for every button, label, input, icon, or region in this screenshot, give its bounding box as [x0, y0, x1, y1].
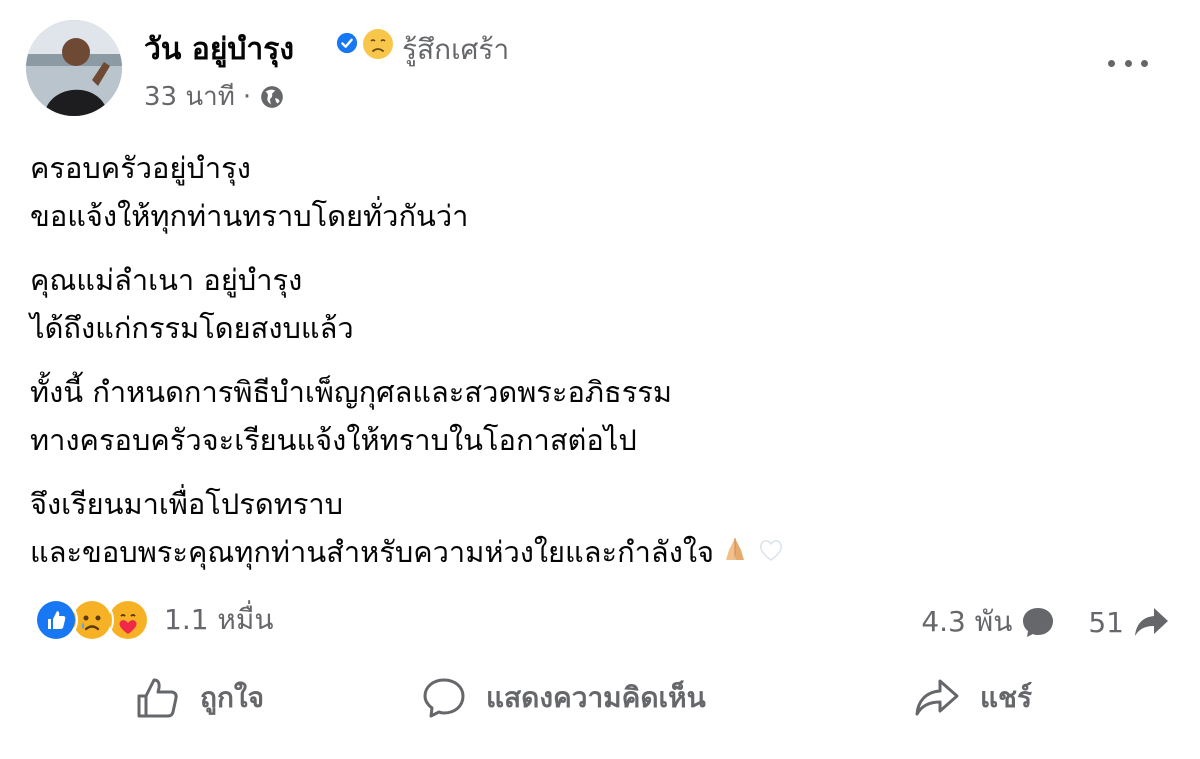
- verified-badge-icon: [336, 32, 358, 54]
- post-line: ทางครอบครัวจะเรียนแจ้งให้ทราบในโอกาสต่อไ…: [30, 423, 637, 457]
- comment-icon: [423, 678, 465, 718]
- share-button[interactable]: แชร์: [912, 664, 1032, 732]
- white-heart-icon: [756, 530, 786, 578]
- action-bar: ถูกใจ แสดงความคิดเห็น แชร์: [0, 664, 1200, 732]
- post-line: ได้ถึงแก่กรรมโดยสงบแล้ว: [30, 311, 354, 345]
- comment-bubble-icon: [1023, 608, 1054, 637]
- post-body: ครอบครัวอยู่บำรุง ขอแจ้งให้ทุกท่านทราบโด…: [30, 144, 1170, 594]
- like-label: ถูกใจ: [200, 681, 264, 714]
- post-paragraph: ครอบครัวอยู่บำรุง ขอแจ้งให้ทุกท่านทราบโด…: [30, 144, 1170, 240]
- comment-label: แสดงความคิดเห็น: [486, 681, 706, 714]
- meta-separator: ·: [242, 81, 252, 112]
- sad-face-icon: [363, 29, 393, 59]
- post-paragraph: ทั้งนี้ กำหนดการพิธีบำเพ็ญกุศลและสวดพระอ…: [30, 368, 1170, 464]
- post-line: จึงเรียนมาเพื่อโปรดทราบ: [30, 487, 344, 521]
- more-dot: [1108, 59, 1115, 67]
- comment-button[interactable]: แสดงความคิดเห็น: [420, 664, 706, 732]
- comments-count: 4.3 พัน: [921, 605, 1013, 638]
- author-avatar[interactable]: [26, 20, 122, 116]
- facebook-post: วัน อยู่บำรุง รู้สึกเศร้า 33 นาที · ครอบ…: [0, 0, 1200, 759]
- like-button[interactable]: ถูกใจ: [134, 664, 264, 732]
- author-name[interactable]: วัน อยู่บำรุง: [144, 26, 294, 73]
- post-paragraph: คุณแม่ลำเนา อยู่บำรุง ได้ถึงแก่กรรมโดยสง…: [30, 256, 1170, 352]
- more-options-icon[interactable]: [1108, 46, 1148, 80]
- post-line: ทั้งนี้ กำหนดการพิธีบำเพ็ญกุศลและสวดพระอ…: [30, 375, 672, 409]
- shares-stat[interactable]: 51: [1088, 604, 1170, 640]
- avatar-photo: [26, 20, 122, 116]
- comments-stat[interactable]: 4.3 พัน: [921, 600, 1056, 644]
- post-meta: 33 นาที ·: [144, 76, 285, 117]
- feeling-label[interactable]: รู้สึกเศร้า: [402, 28, 509, 72]
- globe-icon[interactable]: [259, 84, 285, 110]
- post-paragraph: จึงเรียนมาเพื่อโปรดทราบ และขอบพระคุณทุกท…: [30, 480, 1170, 578]
- share-arrow-icon: [1135, 608, 1168, 636]
- thumbs-up-icon: [137, 678, 178, 718]
- share-icon: [915, 679, 959, 716]
- post-timestamp[interactable]: 33 นาที: [144, 76, 235, 117]
- more-dot: [1124, 59, 1132, 67]
- reactions-summary[interactable]: 1.1 หมื่น: [34, 598, 273, 642]
- folded-hands-icon: [720, 530, 750, 578]
- post-line: ครอบครัวอยู่บำรุง: [30, 151, 251, 185]
- share-label: แชร์: [980, 681, 1033, 714]
- reactions-count[interactable]: 1.1 หมื่น: [164, 598, 273, 642]
- post-line: และขอบพระคุณทุกท่านสำหรับความห่วงใยและกำ…: [30, 535, 715, 569]
- engagement-stats: 4.3 พัน 51: [921, 600, 1170, 644]
- post-line: คุณแม่ลำเนา อยู่บำรุง: [30, 263, 303, 297]
- post-line-with-emoji: และขอบพระคุณทุกท่านสำหรับความห่วงใยและกำ…: [30, 528, 1170, 578]
- post-line: ขอแจ้งให้ทุกท่านทราบโดยทั่วกันว่า: [30, 199, 469, 233]
- more-dot: [1141, 59, 1148, 67]
- shares-count: 51: [1088, 605, 1124, 639]
- like-reaction-icon: [34, 598, 78, 642]
